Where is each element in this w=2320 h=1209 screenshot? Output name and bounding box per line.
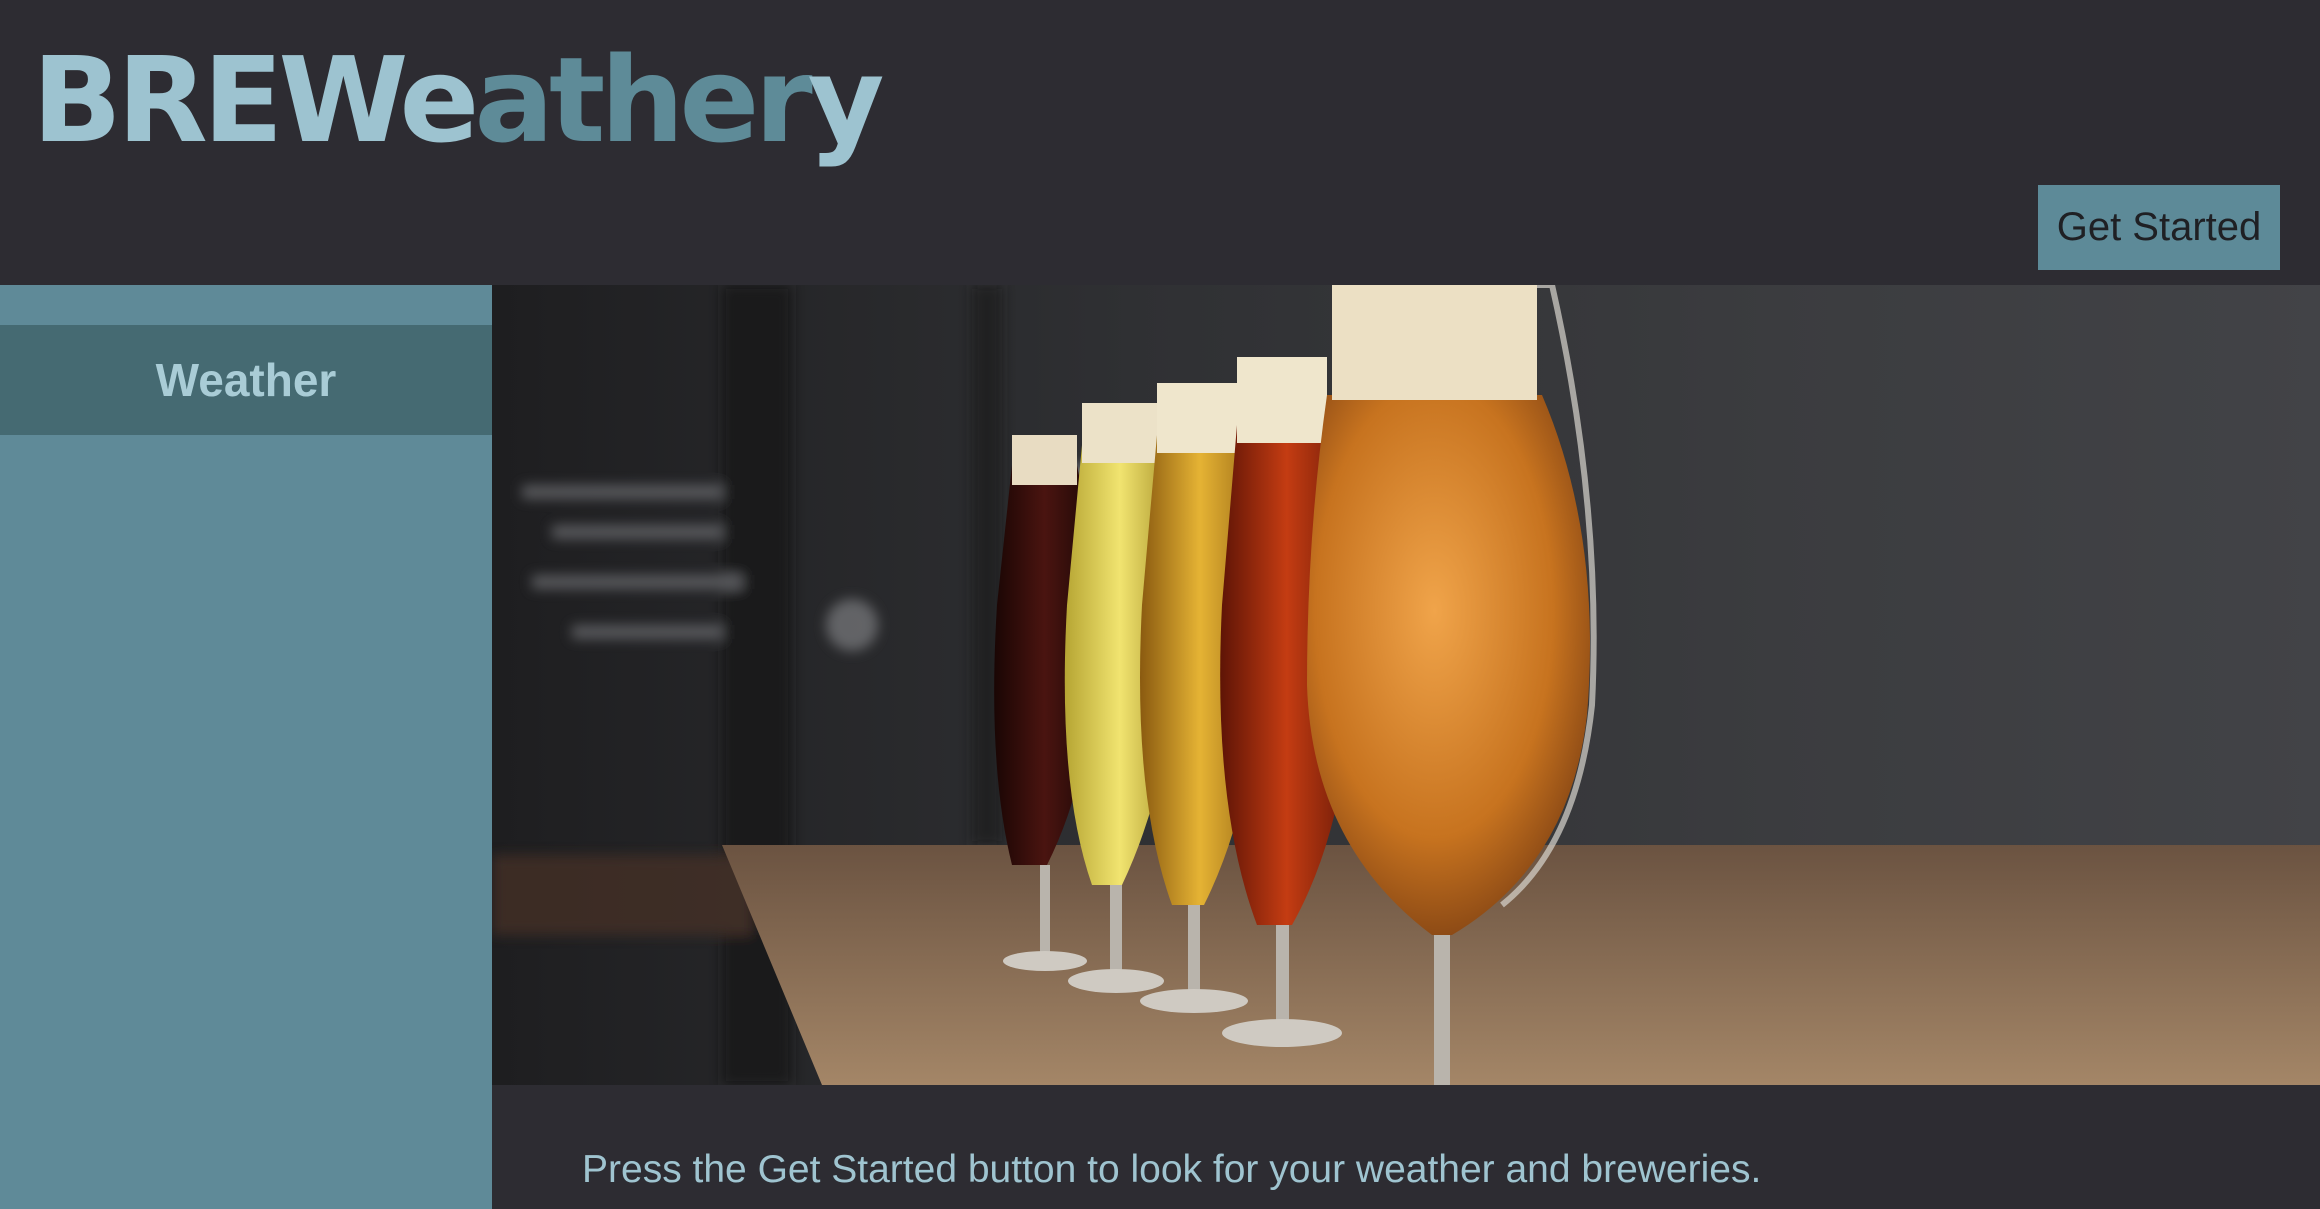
logo-text-tail: y bbox=[807, 31, 885, 169]
app-header: BREWeathery Get Started bbox=[0, 0, 2320, 285]
instructions-text: Press the Get Started button to look for… bbox=[582, 1148, 1762, 1191]
get-started-button[interactable]: Get Started bbox=[2038, 185, 2280, 270]
sidebar: Weather bbox=[0, 285, 492, 1209]
app-logo: BREWeathery bbox=[32, 30, 885, 170]
logo-text-dark: ather bbox=[474, 31, 812, 169]
sidebar-item-weather[interactable]: Weather bbox=[0, 325, 492, 435]
logo-text-light: BREWe bbox=[32, 31, 479, 169]
hero-beer-image bbox=[492, 285, 2320, 1085]
